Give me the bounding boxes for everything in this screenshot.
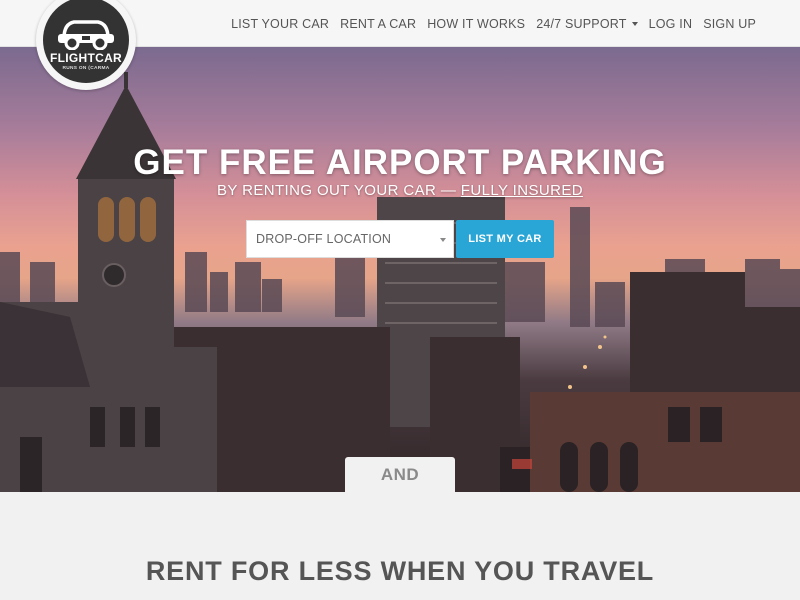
fully-insured-link[interactable]: FULLY INSURED bbox=[461, 182, 583, 199]
nav-log-in[interactable]: LOG IN bbox=[649, 17, 693, 31]
hero-headline: GET FREE AIRPORT PARKING bbox=[133, 143, 667, 182]
and-tab: AND bbox=[345, 457, 455, 493]
dropoff-location-select[interactable]: DROP-OFF LOCATION bbox=[246, 220, 454, 258]
chevron-down-icon bbox=[631, 21, 638, 26]
car-icon bbox=[58, 20, 114, 50]
nav-how-it-works[interactable]: HOW IT WORKS bbox=[427, 17, 525, 31]
hero-section: GET FREE AIRPORT PARKING BY RENTING OUT … bbox=[0, 47, 800, 492]
section-heading: RENT FOR LESS WHEN YOU TRAVEL bbox=[145, 556, 655, 586]
nav-support[interactable]: 24/7 SUPPORT bbox=[536, 16, 638, 31]
nav-support-label: 24/7 SUPPORT bbox=[536, 16, 627, 31]
list-my-car-button[interactable]: LIST MY CAR bbox=[456, 220, 554, 258]
logo-tagline: RUNS ON (CARMA bbox=[62, 66, 110, 71]
hero-subline-text: BY RENTING OUT YOUR CAR — bbox=[217, 182, 461, 199]
nav-rent-a-car[interactable]: RENT A CAR bbox=[340, 17, 416, 31]
logo-wordmark: FLIGHTCAR bbox=[49, 51, 123, 65]
logo-badge: FLIGHTCAR RUNS ON (CARMA bbox=[43, 0, 129, 83]
city-skyline-image bbox=[0, 72, 800, 492]
nav-list-your-car[interactable]: LIST YOUR CAR bbox=[231, 17, 329, 31]
list-car-form: DROP-OFF LOCATION LIST MY CAR bbox=[246, 220, 554, 258]
nav-sign-up[interactable]: SIGN UP bbox=[703, 17, 756, 31]
hero-subline: BY RENTING OUT YOUR CAR — FULLY INSURED bbox=[0, 182, 800, 199]
main-nav: LIST YOUR CAR RENT A CAR HOW IT WORKS 24… bbox=[220, 0, 756, 47]
chevron-down-icon bbox=[440, 238, 446, 242]
dropoff-location-value: DROP-OFF LOCATION bbox=[256, 232, 392, 246]
